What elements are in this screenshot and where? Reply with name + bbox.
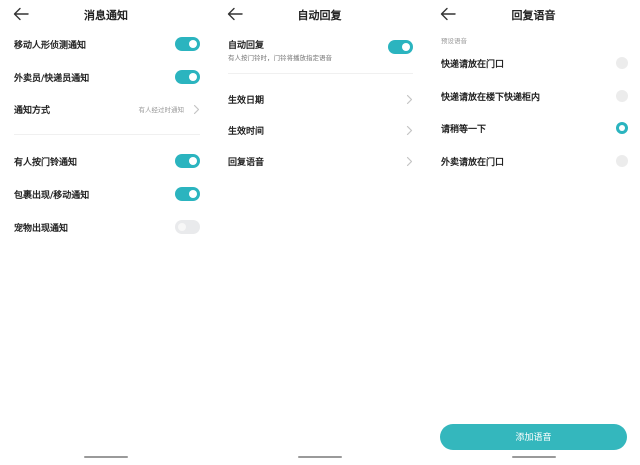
header: 回复语音 bbox=[427, 0, 640, 30]
package-toggle[interactable] bbox=[175, 187, 200, 201]
toggle-knob bbox=[189, 40, 197, 48]
setting-label: 外卖员/快递员通知 bbox=[14, 74, 90, 84]
motion-detection-toggle[interactable] bbox=[175, 37, 200, 51]
divider bbox=[228, 73, 413, 74]
page-title: 消息通知 bbox=[84, 9, 128, 22]
setting-row-notify-method[interactable]: 通知方式 有人经过时通知 bbox=[14, 98, 200, 122]
setting-row-reply-voice[interactable]: 回复语音 bbox=[228, 150, 413, 174]
setting-label: 回复语音 bbox=[228, 158, 265, 168]
voice-option[interactable]: 快递请放在楼下快递柜内 bbox=[441, 85, 628, 109]
voice-option-radio-selected[interactable] bbox=[616, 122, 628, 134]
toggle-knob bbox=[189, 157, 197, 165]
header: 消息通知 bbox=[0, 0, 212, 30]
setting-label: 通知方式 bbox=[14, 106, 51, 116]
toggle-knob bbox=[189, 73, 197, 81]
setting-label: 包裹出现/移动通知 bbox=[14, 191, 90, 201]
setting-row-motion-detection[interactable]: 移动人形侦测通知 bbox=[14, 33, 200, 57]
divider bbox=[14, 134, 200, 135]
voice-option-label: 请稍等一下 bbox=[441, 125, 487, 135]
voice-option[interactable]: 快递请放在门口 bbox=[441, 52, 628, 76]
toggle-knob bbox=[178, 223, 186, 231]
auto-reply-screen: 自动回复 自动回复 有人按门铃时，门铃将播放指定语音 生效日期 生效时间 回复语… bbox=[214, 0, 425, 465]
page-title: 自动回复 bbox=[297, 9, 342, 22]
chevron-right-icon bbox=[406, 156, 413, 167]
header: 自动回复 bbox=[214, 0, 425, 30]
setting-row-doorbell[interactable]: 有人按门铃通知 bbox=[14, 150, 200, 174]
voice-option[interactable]: 外卖请放在门口 bbox=[441, 150, 628, 174]
setting-label: 生效日期 bbox=[228, 96, 265, 106]
setting-row-pet[interactable]: 宠物出现通知 bbox=[14, 216, 200, 240]
home-indicator bbox=[511, 456, 556, 458]
notify-method-value: 有人经过时通知 bbox=[138, 106, 185, 114]
notification-settings-screen: 消息通知 移动人形侦测通知 外卖员/快递员通知 通知方式 有人经过时通知 有人按… bbox=[0, 0, 212, 465]
reply-voice-screen: 回复语音 预设语音 快递请放在门口 快递请放在楼下快递柜内 请稍等一下 外卖请放… bbox=[427, 0, 640, 465]
voice-option[interactable]: 请稍等一下 bbox=[441, 117, 628, 141]
auto-reply-description: 有人按门铃时，门铃将播放指定语音 bbox=[228, 54, 332, 62]
home-indicator bbox=[297, 456, 342, 458]
voice-option-radio[interactable] bbox=[616, 155, 628, 167]
voice-option-radio[interactable] bbox=[616, 90, 628, 102]
setting-row-package[interactable]: 包裹出现/移动通知 bbox=[14, 183, 200, 207]
setting-row-auto-reply[interactable]: 自动回复 有人按门铃时，门铃将播放指定语音 bbox=[228, 33, 413, 65]
toggle-knob bbox=[189, 190, 197, 198]
setting-label: 自动回复 bbox=[228, 41, 265, 51]
setting-label: 有人按门铃通知 bbox=[14, 158, 78, 168]
auto-reply-toggle[interactable] bbox=[388, 40, 413, 54]
add-voice-button[interactable]: 添加语音 bbox=[440, 424, 627, 450]
home-indicator bbox=[84, 456, 128, 458]
voice-option-label: 快递请放在门口 bbox=[441, 60, 505, 70]
preset-voice-section-label: 预设语音 bbox=[441, 37, 467, 45]
chevron-right-icon bbox=[193, 104, 200, 115]
voice-option-label: 外卖请放在门口 bbox=[441, 158, 505, 168]
setting-row-effective-date[interactable]: 生效日期 bbox=[228, 88, 413, 112]
setting-row-effective-time[interactable]: 生效时间 bbox=[228, 119, 413, 143]
voice-option-label: 快递请放在楼下快递柜内 bbox=[441, 93, 541, 103]
setting-row-courier[interactable]: 外卖员/快递员通知 bbox=[14, 66, 200, 90]
pet-toggle[interactable] bbox=[175, 220, 200, 234]
voice-option-radio[interactable] bbox=[616, 57, 628, 69]
setting-label: 移动人形侦测通知 bbox=[14, 41, 87, 51]
setting-label: 宠物出现通知 bbox=[14, 224, 69, 234]
chevron-right-icon bbox=[406, 125, 413, 136]
toggle-knob bbox=[402, 43, 410, 51]
chevron-right-icon bbox=[406, 94, 413, 105]
setting-label: 生效时间 bbox=[228, 127, 265, 137]
courier-toggle[interactable] bbox=[175, 70, 200, 84]
page-title: 回复语音 bbox=[511, 9, 556, 22]
doorbell-toggle[interactable] bbox=[175, 154, 200, 168]
